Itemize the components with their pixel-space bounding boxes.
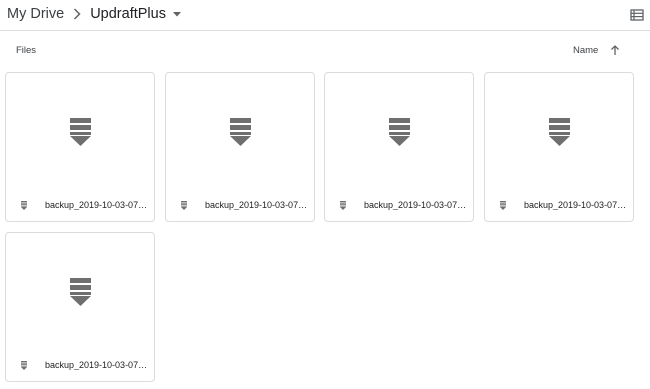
breadcrumb-current-folder[interactable]: UpdraftPlus xyxy=(90,6,166,22)
file-thumbnail xyxy=(485,73,633,189)
file-card-footer: backup_2019-10-03-0735_ xyxy=(6,189,154,221)
updraftplus-archive-icon xyxy=(389,118,410,146)
file-name: backup_2019-10-03-0735_ xyxy=(524,200,628,210)
updraftplus-archive-icon xyxy=(230,118,251,146)
updraftplus-file-type-icon xyxy=(181,200,187,210)
breadcrumb: My Drive UpdraftPlus xyxy=(7,6,182,22)
arrow-up-icon[interactable] xyxy=(609,43,621,55)
file-card[interactable]: backup_2019-10-03-0735_ xyxy=(324,72,474,222)
file-card[interactable]: backup_2019-10-03-0735_ xyxy=(5,72,155,222)
breadcrumb-my-drive[interactable]: My Drive xyxy=(7,6,64,22)
file-card-footer: backup_2019-10-03-0735_ xyxy=(6,349,154,381)
file-card-footer: backup_2019-10-03-0735_ xyxy=(166,189,314,221)
files-section-header: Files Name xyxy=(0,44,650,60)
file-thumbnail xyxy=(325,73,473,189)
updraftplus-file-type-icon xyxy=(500,200,506,210)
updraftplus-archive-icon xyxy=(70,278,91,306)
updraftplus-archive-icon xyxy=(70,118,91,146)
updraftplus-archive-icon xyxy=(549,118,570,146)
files-section-label: Files xyxy=(16,45,37,56)
file-card-footer: backup_2019-10-03-0735_ xyxy=(325,189,473,221)
list-view-icon[interactable] xyxy=(630,8,644,22)
sort-by-name-button[interactable]: Name xyxy=(573,45,598,56)
file-name: backup_2019-10-03-0735_ xyxy=(205,200,309,210)
file-thumbnail xyxy=(6,73,154,189)
file-name: backup_2019-10-03-0735_ xyxy=(45,200,149,210)
updraftplus-file-type-icon xyxy=(340,200,346,210)
chevron-right-icon xyxy=(64,6,90,22)
file-card[interactable]: backup_2019-10-03-0735_ xyxy=(5,232,155,382)
file-card[interactable]: backup_2019-10-03-0735_ xyxy=(165,72,315,222)
top-bar: My Drive UpdraftPlus xyxy=(0,0,650,31)
file-thumbnail xyxy=(6,233,154,349)
file-card[interactable]: backup_2019-10-03-0735_ xyxy=(484,72,634,222)
file-name: backup_2019-10-03-0735_ xyxy=(45,360,149,370)
updraftplus-file-type-icon xyxy=(21,200,27,210)
caret-down-icon[interactable] xyxy=(172,9,182,19)
file-thumbnail xyxy=(166,73,314,189)
updraftplus-file-type-icon xyxy=(21,360,27,370)
file-card-footer: backup_2019-10-03-0735_ xyxy=(485,189,633,221)
file-name: backup_2019-10-03-0735_ xyxy=(364,200,468,210)
